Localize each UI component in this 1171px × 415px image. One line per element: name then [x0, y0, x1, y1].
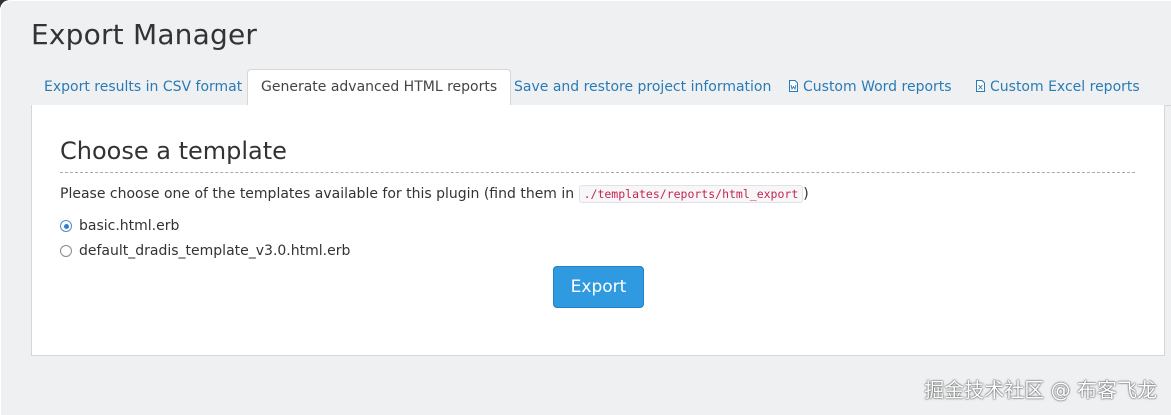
export-button[interactable]: Export [553, 266, 644, 308]
excel-doc-icon [976, 80, 985, 92]
radio-button[interactable] [60, 220, 72, 232]
section-title: Choose a template [60, 137, 287, 165]
template-option-basic[interactable]: basic.html.erb [60, 218, 179, 234]
template-option-default-dradis[interactable]: default_dradis_template_v3.0.html.erb [60, 243, 350, 259]
page-background: Export Manager Export results in CSV for… [0, 0, 1171, 415]
tab-label: Generate advanced HTML reports [261, 79, 498, 95]
tab-bar: Export results in CSV format Generate ad… [31, 69, 1171, 106]
page-title: Export Manager [31, 18, 258, 51]
tab-save-restore[interactable]: Save and restore project information [501, 69, 784, 105]
tab-csv-export[interactable]: Export results in CSV format [31, 69, 255, 105]
template-label: default_dradis_template_v3.0.html.erb [79, 243, 351, 259]
radio-button[interactable] [60, 245, 72, 257]
template-instructions: Please choose one of the templates avail… [60, 185, 809, 203]
template-path: ./templates/reports/html_export [578, 185, 804, 203]
intro-close: ) [803, 186, 809, 202]
tab-label: Custom Excel reports [990, 79, 1140, 95]
template-panel: Choose a template Please choose one of t… [31, 105, 1165, 356]
tab-label: Export results in CSV format [44, 79, 243, 95]
watermark: 掘金技术社区 @ 布客飞龙 [924, 378, 1157, 402]
tab-html-reports[interactable]: Generate advanced HTML reports [247, 69, 512, 106]
tab-word-reports[interactable]: Custom Word reports [776, 69, 965, 105]
template-label: basic.html.erb [79, 218, 180, 234]
tab-label: Save and restore project information [514, 79, 772, 95]
intro-text: Please choose one of the templates avail… [60, 186, 579, 202]
tab-excel-reports[interactable]: Custom Excel reports [963, 69, 1153, 105]
section-divider [60, 172, 1135, 173]
tab-label: Custom Word reports [803, 79, 952, 95]
word-doc-icon [789, 80, 798, 92]
